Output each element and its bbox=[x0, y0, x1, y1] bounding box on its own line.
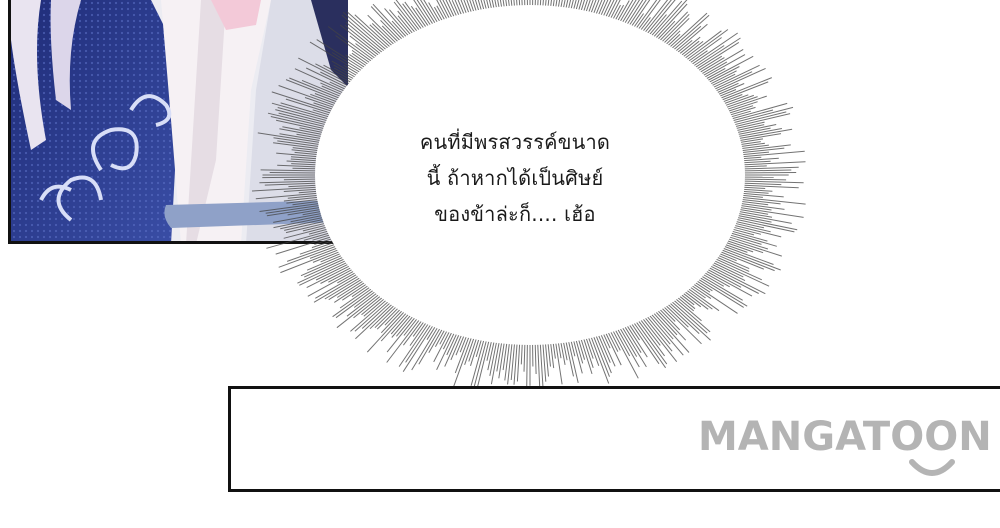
speech-line-3: ของข้าล่ะก็.... เฮ้อ bbox=[434, 202, 596, 226]
bubble-spike bbox=[269, 172, 318, 174]
bubble-spike bbox=[476, 337, 491, 390]
bubble-spike bbox=[741, 156, 762, 160]
bubble-spike bbox=[741, 186, 766, 189]
bubble-spike bbox=[534, 343, 537, 375]
bubble-spike bbox=[292, 167, 316, 170]
bubble-spike bbox=[278, 244, 342, 268]
bubble-spike bbox=[744, 169, 792, 172]
bubble-spike bbox=[726, 102, 788, 121]
bubble-spike bbox=[498, 340, 505, 379]
bubble-spike bbox=[740, 172, 797, 174]
bubble-spike bbox=[453, 334, 474, 387]
speech-line-2: นี้ ถ้าหากได้เป็นศิษย์ bbox=[426, 166, 604, 190]
bubble-spike bbox=[312, 250, 343, 263]
bubble-spike bbox=[298, 57, 354, 87]
bubble-spike bbox=[283, 178, 319, 181]
bubble-spike bbox=[428, 2, 440, 22]
bubble-spike bbox=[412, 320, 426, 337]
bubble-spike bbox=[736, 180, 804, 184]
bubble-spike bbox=[260, 169, 324, 172]
bubble-spike bbox=[446, 331, 458, 356]
bubble-spike bbox=[580, 339, 593, 375]
bubble-spike bbox=[609, 330, 621, 351]
bubble-spike bbox=[321, 85, 344, 96]
bubble-spike bbox=[587, 335, 600, 366]
bubble-spike bbox=[418, 325, 442, 365]
bubble-spike bbox=[277, 164, 320, 168]
bubble-spike bbox=[328, 269, 353, 283]
bubble-spike bbox=[691, 282, 738, 314]
bubble-spike bbox=[671, 14, 710, 49]
bubble-spike bbox=[473, 339, 488, 389]
bubble-spike bbox=[275, 236, 333, 255]
bubble-spike bbox=[276, 152, 323, 158]
speech-bubble-text: คนที่มีพรสวรรค์ขนาด นี้ ถ้าหากได้เป็นศิษ… bbox=[385, 124, 645, 232]
bubble-spike bbox=[582, 335, 594, 368]
bubble-spike bbox=[682, 292, 702, 308]
bubble-spike bbox=[739, 188, 773, 192]
bubble-spike bbox=[516, 0, 518, 6]
watermark-text: MANGATOON bbox=[698, 414, 992, 460]
bubble-spike bbox=[741, 190, 769, 194]
bubble-spike bbox=[727, 106, 794, 125]
speech-line-1: คนที่มีพรสวรรค์ขนาด bbox=[419, 130, 611, 154]
bubble-spike bbox=[740, 166, 799, 170]
bubble-spike bbox=[739, 192, 784, 198]
bubble-spike bbox=[711, 67, 766, 94]
bubble-spike bbox=[298, 190, 317, 194]
bubble-spike bbox=[314, 93, 338, 103]
mangatoon-watermark: MANGATOON bbox=[698, 414, 1000, 484]
bubble-spike bbox=[740, 178, 787, 181]
bubble-spike bbox=[552, 342, 556, 359]
bubble-spike bbox=[273, 216, 325, 229]
bubble-spike bbox=[454, 336, 470, 374]
bubble-spike bbox=[371, 23, 397, 47]
smile-icon bbox=[909, 459, 955, 476]
bubble-spike bbox=[741, 182, 782, 186]
bubble-spike bbox=[264, 182, 321, 186]
bubble-spike bbox=[516, 344, 521, 382]
bubble-spike bbox=[470, 337, 486, 386]
bubble-spike bbox=[740, 160, 771, 164]
bubble-spike bbox=[349, 54, 367, 66]
bubble-spike bbox=[288, 184, 318, 188]
bubble-spike bbox=[259, 180, 319, 184]
bubble-spike bbox=[262, 176, 317, 179]
manga-page: คนที่มีพรสวรรค์ขนาด นี้ ถ้าหากได้เป็นศิษ… bbox=[0, 0, 1000, 528]
